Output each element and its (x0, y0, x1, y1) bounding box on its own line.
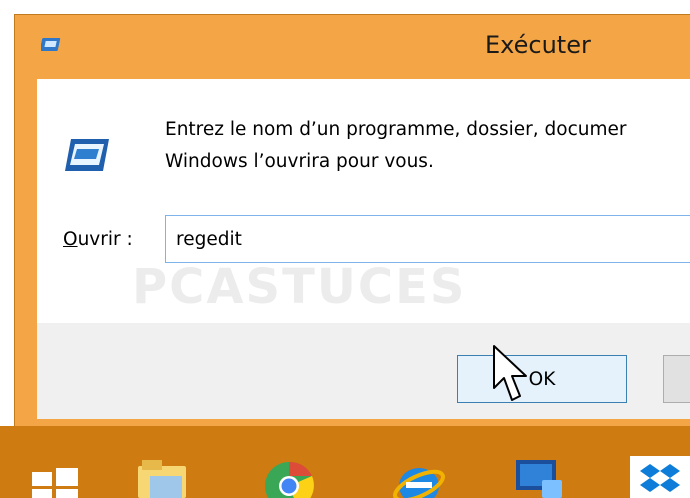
dropbox-taskbar-button[interactable] (630, 456, 690, 498)
run-command-input[interactable] (165, 215, 690, 263)
open-label-text: uvrir : (77, 229, 133, 250)
dialog-content: Entrez le nom d’un programme, dossier, d… (37, 79, 690, 323)
run-icon (41, 38, 61, 51)
internet-explorer-icon[interactable] (392, 456, 446, 498)
mouse-cursor-icon (493, 345, 527, 401)
dialog-client-area: Entrez le nom d’un programme, dossier, d… (37, 79, 690, 419)
watermark-logo: PCASTUCES (132, 259, 467, 315)
taskbar (0, 426, 690, 498)
ok-button[interactable]: OK (457, 355, 627, 403)
message-line-2: Windows l’ouvrira pour vous. (165, 151, 434, 172)
window-title: Exécuter (485, 31, 591, 59)
run-dialog-window: Exécuter Entrez le nom d’un programme, d… (14, 14, 690, 427)
file-explorer-icon[interactable] (136, 456, 190, 498)
dropbox-icon (640, 464, 680, 492)
open-label: Ouvrir : (63, 229, 133, 250)
message-line-1: Entrez le nom d’un programme, dossier, d… (165, 119, 627, 140)
remote-desktop-icon[interactable] (512, 456, 566, 498)
chrome-icon[interactable] (262, 456, 316, 498)
cancel-button[interactable] (663, 355, 690, 403)
windows-start-icon[interactable] (28, 456, 82, 498)
open-label-accelerator: O (63, 229, 78, 250)
title-bar[interactable]: Exécuter (15, 15, 690, 79)
run-program-icon (65, 139, 109, 171)
